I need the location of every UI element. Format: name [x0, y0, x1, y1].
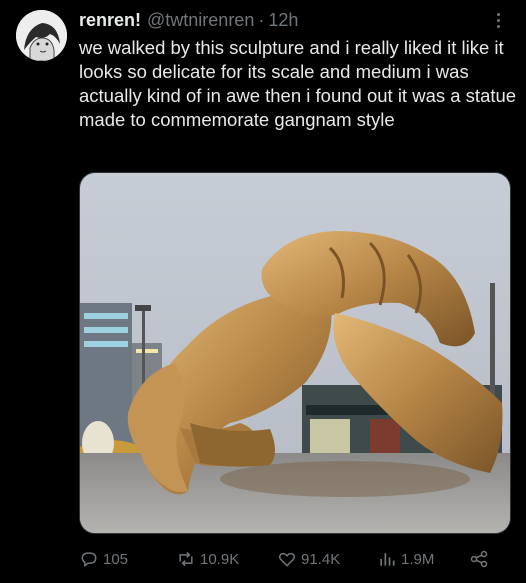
share-button[interactable] [469, 548, 493, 570]
tweet-header: renren! @twtnirenren · 12h [79, 9, 506, 31]
user-avatar[interactable] [16, 10, 67, 61]
retweet-button[interactable]: 10.9K [176, 548, 239, 570]
separator-dot: · [258, 9, 265, 30]
heart-icon [278, 552, 296, 567]
share-icon [470, 550, 488, 568]
retweet-count: 10.9K [200, 550, 240, 568]
reply-count: 105 [103, 550, 129, 568]
retweet-icon [179, 551, 193, 567]
like-count: 91.4K [301, 550, 341, 568]
display-name[interactable]: renren! [79, 10, 141, 31]
tweet: renren! @twtnirenren · 12h we walked by … [0, 0, 526, 583]
reply-button[interactable]: 105 [79, 548, 128, 570]
views-button[interactable]: 1.9M [377, 548, 434, 570]
tweet-photo[interactable] [79, 172, 511, 534]
timestamp[interactable]: 12h [268, 10, 298, 31]
reply-bubble-icon [81, 552, 97, 568]
tweet-text: we walked by this sculpture and i really… [79, 37, 517, 130]
like-button[interactable]: 91.4K [277, 548, 340, 570]
tweet-actions: 105 10.9K 91.4K 1.9M [79, 544, 511, 574]
more-dots-icon[interactable] [490, 10, 506, 32]
user-handle[interactable]: @twtnirenren [147, 10, 254, 31]
view-count: 1.9M [401, 550, 435, 568]
views-bars-icon [380, 553, 395, 566]
